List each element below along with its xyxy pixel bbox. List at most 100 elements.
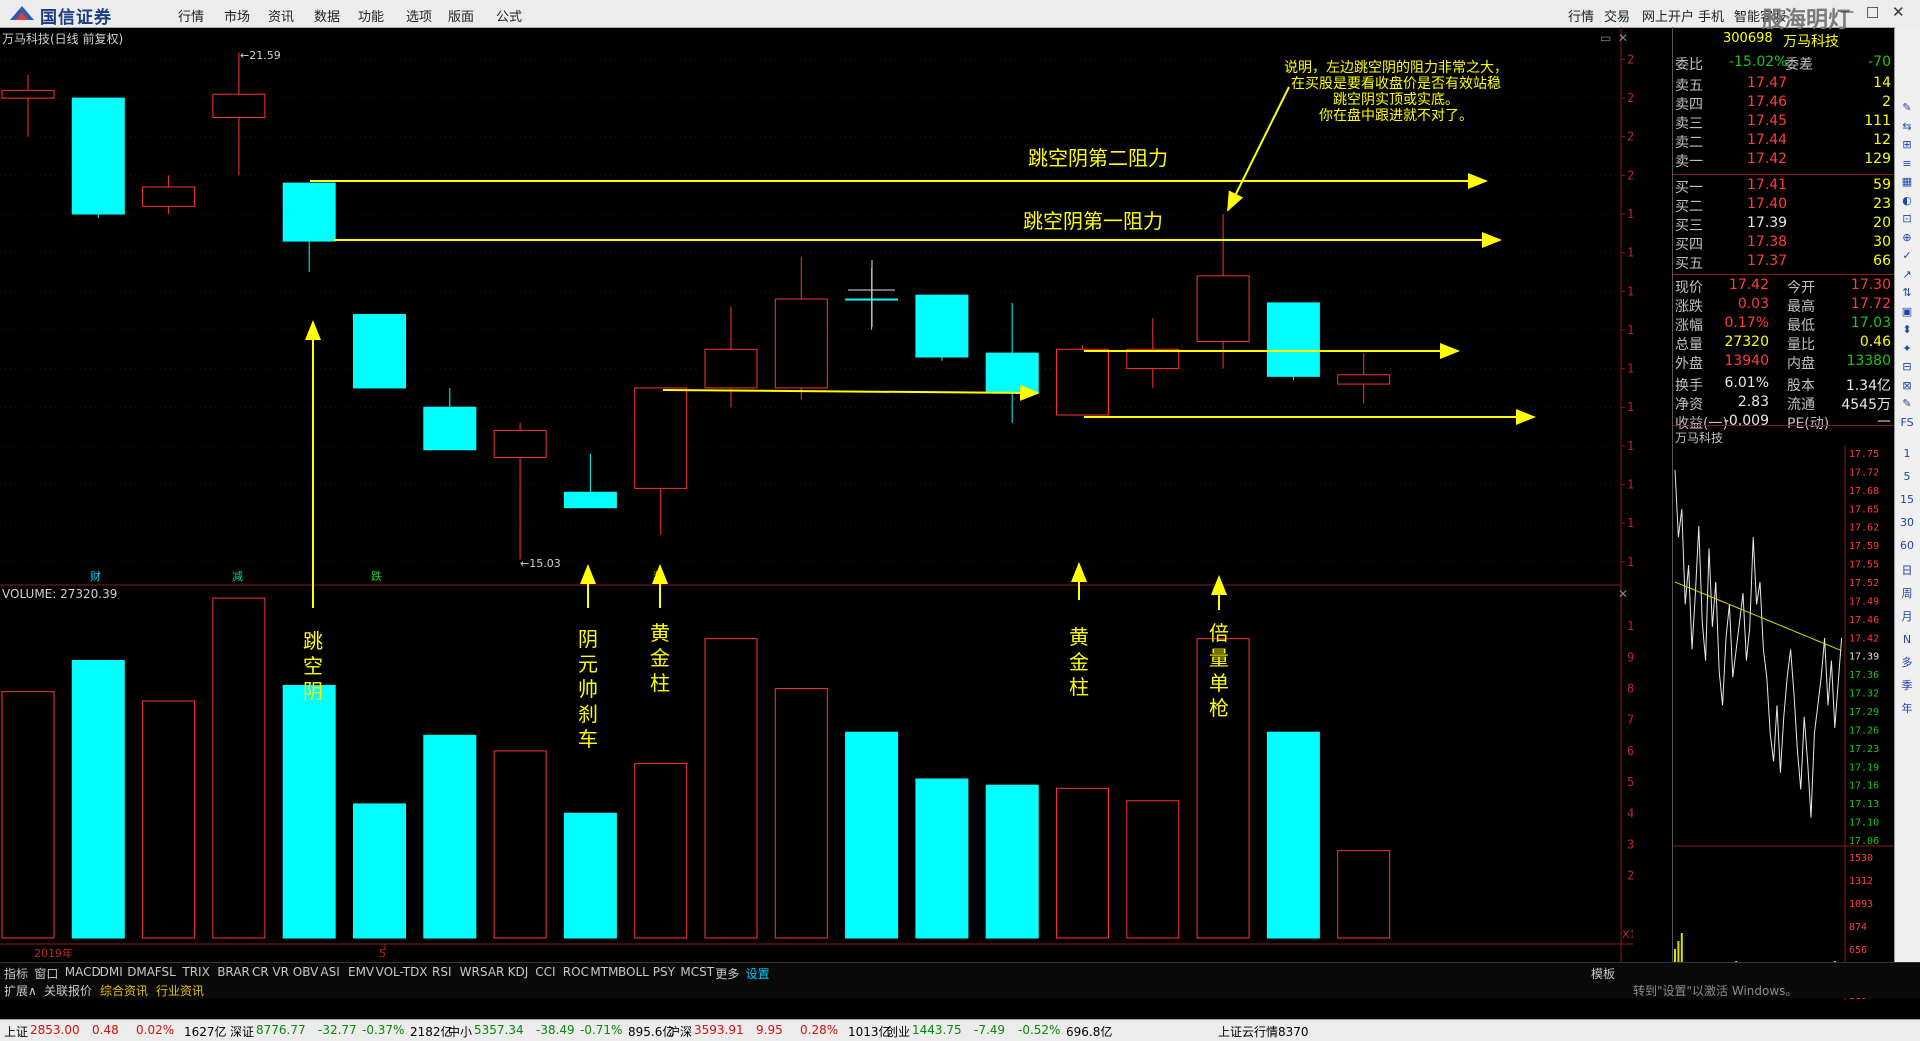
indicator-tab[interactable]: ROC: [563, 965, 589, 979]
menu-right-0[interactable]: 行情: [1568, 6, 1594, 25]
indicator-tab[interactable]: MTM: [590, 965, 618, 979]
period-button[interactable]: 15: [1898, 491, 1916, 509]
menu-right-3[interactable]: 手机: [1698, 6, 1724, 25]
menu-7[interactable]: 公式: [496, 6, 522, 25]
index-name[interactable]: 沪深: [668, 1023, 692, 1040]
indicator-tab[interactable]: TRIX: [182, 965, 209, 979]
indicator-tab[interactable]: EMV: [348, 965, 374, 979]
period-button[interactable]: 年: [1898, 700, 1916, 718]
indicator-tab[interactable]: MCST: [680, 965, 714, 979]
period-button[interactable]: 月: [1898, 608, 1916, 626]
info-tab[interactable]: 行业资讯: [156, 982, 204, 999]
toolbar-icon[interactable]: ◐: [1898, 192, 1916, 210]
toolbar-icon[interactable]: ✎: [1898, 395, 1916, 413]
index-name[interactable]: 深证: [230, 1023, 254, 1040]
period-button[interactable]: 季: [1898, 677, 1916, 695]
menu-4[interactable]: 功能: [358, 6, 384, 25]
indicator-tab[interactable]: BOLL: [618, 965, 649, 979]
period-button[interactable]: 多: [1898, 654, 1916, 672]
index-name[interactable]: 上证: [4, 1023, 28, 1040]
mini-price-tick: 17.36: [1849, 670, 1879, 681]
toolbar-icon[interactable]: ▣: [1898, 303, 1916, 321]
cloud-quote-status: 上证云行情8370: [1218, 1025, 1309, 1039]
toolbar-icon[interactable]: ⇆: [1898, 118, 1916, 136]
indicator-tab[interactable]: CR: [252, 965, 269, 979]
indicator-tab[interactable]: MACD: [65, 965, 101, 979]
close-chart-icon[interactable]: ✕: [1618, 31, 1628, 45]
indicator-tab[interactable]: OBV: [293, 965, 319, 979]
indicator-tab[interactable]: CCI: [535, 965, 555, 979]
intraday-mini-chart[interactable]: 17.75 17.72 17.68 17.65 17.62 17.59 17.55 17.52…: [1673, 445, 1895, 1000]
toolbar-icon[interactable]: ✓: [1898, 247, 1916, 265]
period-button[interactable]: 1: [1898, 445, 1916, 463]
indicator-tab[interactable]: VR: [272, 965, 289, 979]
mini-price-tick: 17.46: [1849, 615, 1879, 626]
indicator-tab[interactable]: DMI: [100, 965, 123, 979]
info-tab[interactable]: 扩展∧: [4, 982, 37, 999]
stat-label: 涨幅: [1675, 318, 1703, 334]
info-tab[interactable]: 综合资讯: [100, 982, 148, 999]
indicator-tab[interactable]: PSY: [653, 965, 675, 979]
toolbar-icon[interactable]: FS: [1898, 414, 1916, 432]
period-button[interactable]: 5: [1898, 468, 1916, 486]
menu-right-1[interactable]: 交易: [1604, 6, 1630, 25]
minimize-button[interactable]: —: [1840, 4, 1854, 20]
toolbar-icon[interactable]: ▦: [1898, 173, 1916, 191]
toolbar-icon[interactable]: ≡: [1898, 155, 1916, 173]
window-toggle-icon[interactable]: ▭: [1600, 31, 1611, 45]
toolbar-icon[interactable]: ⬍: [1898, 321, 1916, 339]
stat-value: 6.01%: [1724, 375, 1769, 391]
info-tab[interactable]: 关联报价: [44, 982, 92, 999]
indicator-tab[interactable]: RSI: [432, 965, 452, 979]
index-value: 3593.91: [694, 1023, 744, 1037]
indicator-tab[interactable]: SAR: [480, 965, 504, 979]
note-pointer-arrow: [1227, 86, 1290, 212]
menu-6[interactable]: 版面: [448, 6, 474, 25]
menu-5[interactable]: 选项: [406, 6, 432, 25]
period-button[interactable]: 60: [1898, 537, 1916, 555]
menu-0[interactable]: 行情: [178, 6, 204, 25]
index-name[interactable]: 中小: [448, 1023, 472, 1040]
menu-2[interactable]: 资讯: [268, 6, 294, 25]
volume-bar: [142, 700, 196, 939]
maximize-button[interactable]: □: [1866, 4, 1879, 20]
toolbar-icon[interactable]: ⊟: [1898, 358, 1916, 376]
indicator-tab[interactable]: VOL-TDX: [376, 965, 428, 979]
kline-chart[interactable]: ←21.59 ←15.03 财 减 跌 奖 跳空阴第二阻力跳空阴第一阻力 说明，左边跳空阴的…: [0, 27, 1633, 962]
toolbar-icon[interactable]: ⊠: [1898, 377, 1916, 395]
menu-3[interactable]: 数据: [314, 6, 340, 25]
indicator-tab[interactable]: FSL: [155, 965, 176, 979]
windows-activation-notice: 转到"设置"以激活 Windows。: [1633, 984, 1798, 998]
index-change: 9.95: [756, 1023, 783, 1037]
toolbar-icon[interactable]: ✦: [1898, 340, 1916, 358]
buy-row: 买一 17.41 59: [1673, 177, 1895, 196]
buy-volume: 66: [1873, 253, 1891, 269]
annotation-golden-column: 黄: [1069, 625, 1089, 649]
toolbar-icon[interactable]: ⇅: [1898, 284, 1916, 302]
period-button[interactable]: 30: [1898, 514, 1916, 532]
index-name[interactable]: 创业: [886, 1023, 910, 1040]
close-volume-icon[interactable]: ✕: [1618, 587, 1628, 601]
toolbar-icon[interactable]: ⊡: [1898, 210, 1916, 228]
period-button[interactable]: 周: [1898, 585, 1916, 603]
toolbar-icon[interactable]: ✎: [1898, 99, 1916, 117]
indicator-tab[interactable]: ASI: [320, 965, 339, 979]
period-button[interactable]: N: [1898, 631, 1916, 649]
menu-right-2[interactable]: 网上开户: [1642, 6, 1694, 25]
indicator-tab[interactable]: WR: [460, 965, 480, 979]
sell-row: 卖五 17.47 14: [1673, 75, 1895, 94]
stat-row: 涨幅 0.17% 最低 17.03: [1673, 315, 1895, 334]
close-button[interactable]: ✕: [1892, 3, 1905, 21]
period-button[interactable]: 日: [1898, 562, 1916, 580]
toolbar-icon[interactable]: ⊕: [1898, 229, 1916, 247]
indicator-tab[interactable]: DMA: [127, 965, 155, 979]
menu-1[interactable]: 市场: [224, 6, 250, 25]
volume-bar: [71, 659, 125, 939]
toolbar-icon[interactable]: ⊞: [1898, 136, 1916, 154]
indicator-tab[interactable]: KDJ: [508, 965, 529, 979]
buy-row: 买二 17.40 23: [1673, 196, 1895, 215]
indicator-tab[interactable]: BRAR: [217, 965, 250, 979]
toolbar-icon[interactable]: ↗: [1898, 266, 1916, 284]
candle: [1196, 214, 1250, 369]
candle: [1266, 302, 1320, 381]
